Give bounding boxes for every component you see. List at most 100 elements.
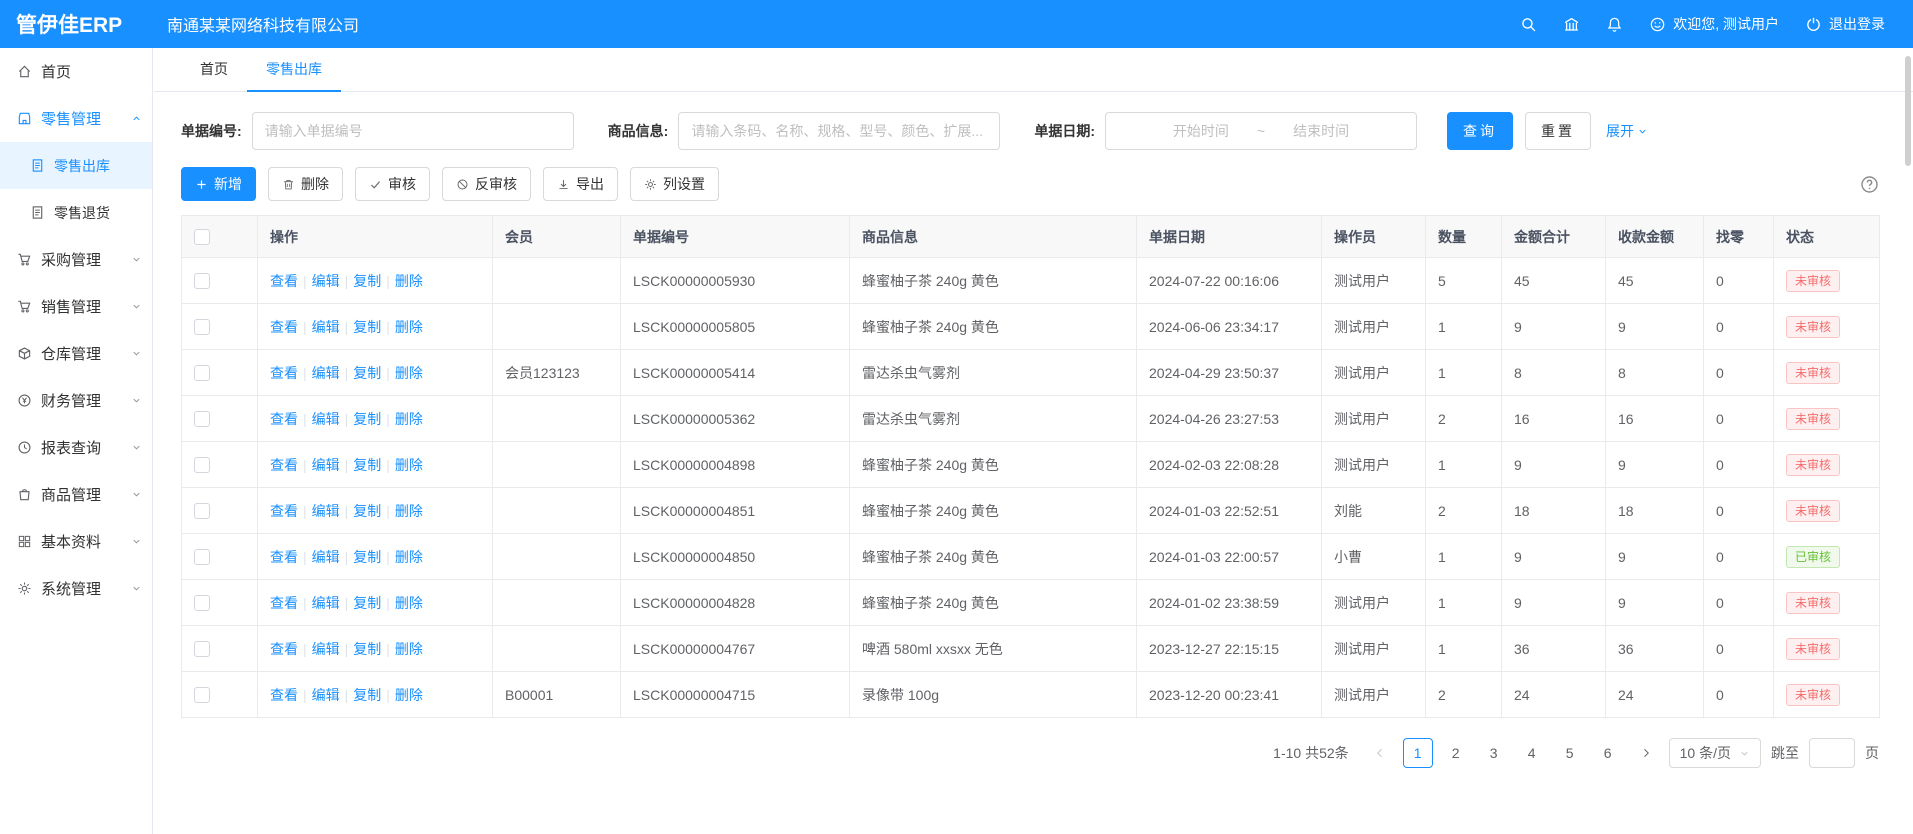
row-checkbox[interactable] (194, 365, 210, 381)
logout-button[interactable]: 退出登录 (1805, 14, 1885, 34)
row-action-copy[interactable]: 复制 (353, 457, 381, 473)
row-action-view[interactable]: 查看 (270, 457, 298, 473)
row-action-copy[interactable]: 复制 (353, 273, 381, 289)
page-button-3[interactable]: 3 (1479, 738, 1509, 768)
row-action-delete[interactable]: 删除 (395, 549, 423, 565)
jump-page-input[interactable] (1809, 738, 1855, 768)
row-checkbox[interactable] (194, 457, 210, 473)
page-button-6[interactable]: 6 (1593, 738, 1623, 768)
row-action-edit[interactable]: 编辑 (312, 687, 340, 703)
sidebar-item-warehouse[interactable]: 仓库管理 (0, 330, 152, 377)
row-action-copy[interactable]: 复制 (353, 365, 381, 381)
add-button[interactable]: 新增 (181, 167, 256, 201)
row-action-edit[interactable]: 编辑 (312, 365, 340, 381)
row-action-view[interactable]: 查看 (270, 641, 298, 657)
row-action-view[interactable]: 查看 (270, 365, 298, 381)
action-divider: | (303, 273, 307, 289)
row-action-edit[interactable]: 编辑 (312, 411, 340, 427)
expand-link[interactable]: 展开 (1606, 121, 1648, 141)
page-button-2[interactable]: 2 (1441, 738, 1471, 768)
cell-change: 0 (1704, 304, 1774, 350)
row-action-delete[interactable]: 删除 (395, 457, 423, 473)
delete-button[interactable]: 删除 (268, 167, 343, 201)
row-checkbox[interactable] (194, 549, 210, 565)
tab-retail-outbound[interactable]: 零售出库 (247, 48, 341, 92)
row-checkbox[interactable] (194, 595, 210, 611)
prev-page-button[interactable] (1367, 738, 1393, 768)
row-action-delete[interactable]: 删除 (395, 319, 423, 335)
row-action-view[interactable]: 查看 (270, 687, 298, 703)
tab-home[interactable]: 首页 (181, 48, 247, 92)
bank-icon[interactable] (1563, 16, 1580, 33)
reset-button[interactable]: 重置 (1525, 112, 1591, 150)
row-action-copy[interactable]: 复制 (353, 503, 381, 519)
row-action-delete[interactable]: 删除 (395, 595, 423, 611)
column-settings-button[interactable]: 列设置 (630, 167, 719, 201)
row-action-view[interactable]: 查看 (270, 595, 298, 611)
row-action-delete[interactable]: 删除 (395, 641, 423, 657)
row-action-edit[interactable]: 编辑 (312, 503, 340, 519)
row-action-edit[interactable]: 编辑 (312, 457, 340, 473)
search-button[interactable]: 查询 (1447, 112, 1513, 150)
row-action-view[interactable]: 查看 (270, 319, 298, 335)
row-action-copy[interactable]: 复制 (353, 641, 381, 657)
row-checkbox[interactable] (194, 273, 210, 289)
row-checkbox[interactable] (194, 411, 210, 427)
row-action-copy[interactable]: 复制 (353, 595, 381, 611)
row-action-view[interactable]: 查看 (270, 411, 298, 427)
product-input[interactable] (678, 112, 1000, 150)
row-action-edit[interactable]: 编辑 (312, 319, 340, 335)
row-action-delete[interactable]: 删除 (395, 687, 423, 703)
bill-no-input[interactable] (252, 112, 574, 150)
sidebar-item-reports[interactable]: 报表查询 (0, 424, 152, 471)
row-action-edit[interactable]: 编辑 (312, 273, 340, 289)
row-action-copy[interactable]: 复制 (353, 687, 381, 703)
welcome-user[interactable]: 欢迎您, 测试用户 (1649, 14, 1779, 34)
row-action-delete[interactable]: 删除 (395, 411, 423, 427)
audit-button[interactable]: 审核 (355, 167, 430, 201)
sidebar-item-system[interactable]: 系统管理 (0, 565, 152, 612)
sidebar-item-home[interactable]: 首页 (0, 48, 152, 95)
sidebar-item-sales[interactable]: 销售管理 (0, 283, 152, 330)
sidebar-item-finance[interactable]: 财务管理 (0, 377, 152, 424)
page-size-select[interactable]: 10 条/页 (1669, 738, 1761, 768)
unaudit-button[interactable]: 反审核 (442, 167, 531, 201)
row-checkbox[interactable] (194, 503, 210, 519)
row-action-edit[interactable]: 编辑 (312, 641, 340, 657)
next-page-button[interactable] (1633, 738, 1659, 768)
cell-member (493, 488, 621, 534)
sidebar-item-basic-data[interactable]: 基本资料 (0, 518, 152, 565)
row-action-copy[interactable]: 复制 (353, 319, 381, 335)
action-divider: | (345, 411, 349, 427)
row-action-view[interactable]: 查看 (270, 503, 298, 519)
select-all-checkbox[interactable] (194, 229, 210, 245)
sidebar-item-retail-return[interactable]: 零售退货 (0, 189, 152, 236)
help-icon[interactable] (1860, 175, 1879, 194)
export-button[interactable]: 导出 (543, 167, 618, 201)
row-checkbox[interactable] (194, 319, 210, 335)
page-button-4[interactable]: 4 (1517, 738, 1547, 768)
page-button-5[interactable]: 5 (1555, 738, 1585, 768)
row-action-view[interactable]: 查看 (270, 549, 298, 565)
sidebar-item-retail[interactable]: 零售管理 (0, 95, 152, 142)
row-action-copy[interactable]: 复制 (353, 549, 381, 565)
row-action-edit[interactable]: 编辑 (312, 595, 340, 611)
bell-icon[interactable] (1606, 16, 1623, 33)
page-button-1[interactable]: 1 (1403, 738, 1433, 768)
row-action-delete[interactable]: 删除 (395, 273, 423, 289)
search-icon[interactable] (1520, 16, 1537, 33)
row-action-view[interactable]: 查看 (270, 273, 298, 289)
row-action-edit[interactable]: 编辑 (312, 549, 340, 565)
row-checkbox[interactable] (194, 687, 210, 703)
row-checkbox[interactable] (194, 641, 210, 657)
scrollbar-thumb[interactable] (1905, 56, 1911, 166)
sidebar-item-retail-outbound[interactable]: 零售出库 (0, 142, 152, 189)
row-action-delete[interactable]: 删除 (395, 503, 423, 519)
cell-qty: 1 (1426, 350, 1502, 396)
row-action-copy[interactable]: 复制 (353, 411, 381, 427)
sidebar-item-purchase[interactable]: 采购管理 (0, 236, 152, 283)
sidebar-item-products[interactable]: 商品管理 (0, 471, 152, 518)
table-row: 查看|编辑|复制|删除LSCK00000004851蜂蜜柚子茶 240g 黄色2… (182, 488, 1880, 534)
row-action-delete[interactable]: 删除 (395, 365, 423, 381)
date-range-picker[interactable]: 开始时间 ~ 结束时间 (1105, 112, 1417, 150)
